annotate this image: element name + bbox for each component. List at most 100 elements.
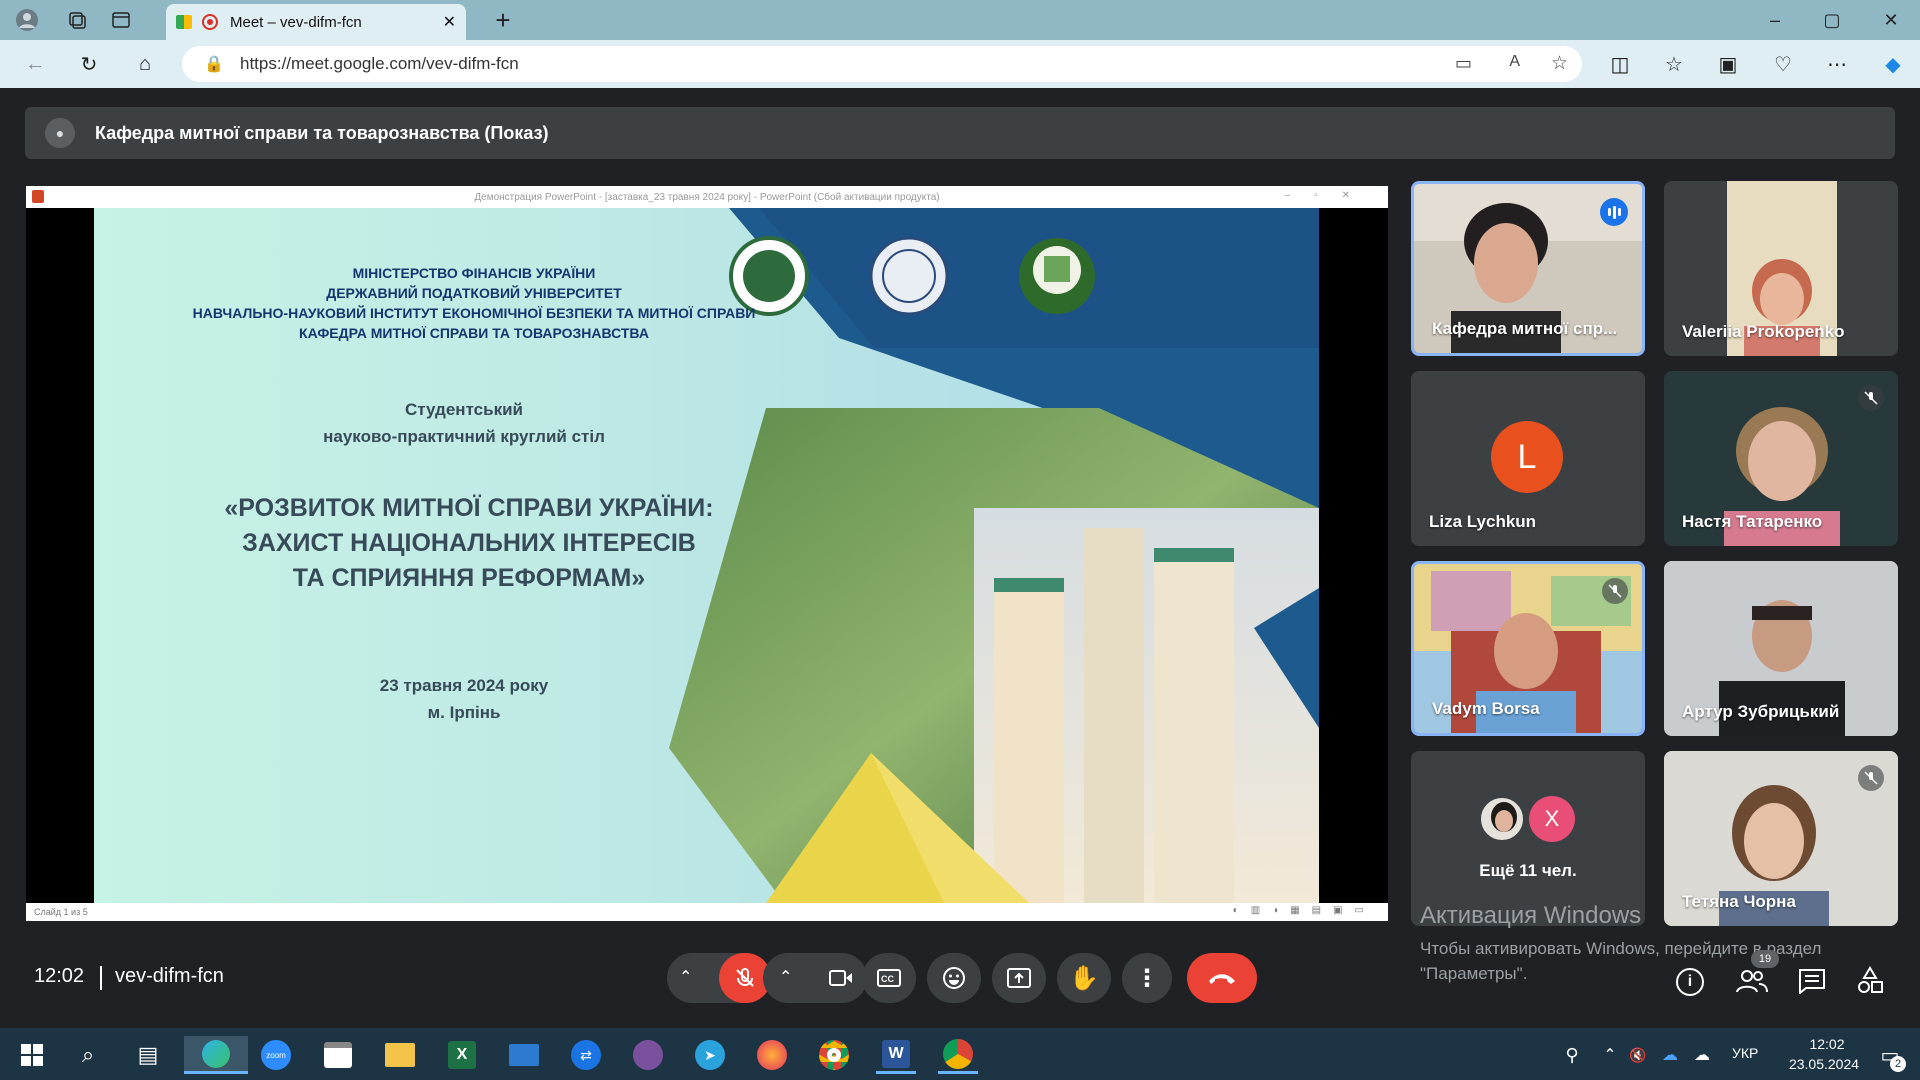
slide-header-line: ДЕРЖАВНИЙ ПОДАТКОВИЙ УНІВЕРСИТЕТ [326, 285, 622, 301]
store-taskbar-icon[interactable] [318, 1036, 358, 1074]
slide-city: м. Ірпінь [427, 703, 501, 722]
search-icon[interactable]: ⌕ [68, 1036, 108, 1074]
camera-button[interactable] [815, 953, 867, 1003]
notifications-count: 2 [1890, 1056, 1906, 1072]
split-screen-icon[interactable]: ◫ [1603, 47, 1637, 81]
collections-icon[interactable]: ▣ [1711, 47, 1745, 81]
meeting-details-icon[interactable]: i [1676, 968, 1704, 996]
raise-hand-button[interactable]: ✋ [1057, 953, 1111, 1003]
slide-event: Студентський науково-практичний круглий … [94, 396, 834, 450]
participant-tile[interactable]: Vadym Borsa [1411, 561, 1645, 736]
participant-tile[interactable]: Valeriia Prokopenko [1664, 181, 1898, 356]
favorite-star-icon[interactable]: ☆ [1551, 52, 1568, 75]
chrome-taskbar-icon[interactable] [814, 1036, 854, 1074]
powerpoint-statusbar: Слайд 1 из 5 ◐▥◑▦▤▣▭ [26, 903, 1388, 921]
read-aloud-icon[interactable]: A [1509, 53, 1520, 71]
tab-close-icon[interactable]: ✕ [443, 12, 456, 32]
end-call-icon [1209, 974, 1235, 984]
reload-icon[interactable]: ↻ [72, 47, 106, 81]
cloud-icon[interactable]: ☁ [1688, 1036, 1716, 1074]
browser-essentials-icon[interactable]: ♡ [1766, 47, 1800, 81]
meet-window: ● Кафедра митної справи та товарознавств… [4, 88, 1916, 1028]
meet-favicon-icon [176, 15, 192, 29]
back-icon[interactable]: ← [18, 47, 52, 81]
participant-name: Liza Lychkun [1429, 512, 1537, 531]
captions-button[interactable]: CC [862, 953, 916, 1003]
tab-actions-icon[interactable] [104, 3, 138, 37]
word-taskbar-icon[interactable]: W [876, 1036, 916, 1074]
task-view-icon[interactable]: ▤ [128, 1036, 168, 1074]
more-icon[interactable]: ⋯ [1820, 47, 1854, 81]
edge-taskbar-icon[interactable] [184, 1036, 248, 1074]
mic-off-icon [1858, 765, 1884, 791]
address-bar[interactable]: 🔒 https://meet.google.com/vev-difm-fcn ▭… [182, 46, 1582, 82]
participant-tile[interactable]: Тетяна Чорна [1664, 751, 1898, 926]
excel-taskbar-icon[interactable]: X [442, 1036, 482, 1074]
clock-date[interactable]: 23.05.2024 [1776, 1056, 1872, 1072]
profile-icon[interactable] [10, 3, 44, 37]
slide-header-line: НАВЧАЛЬНО-НАУКОВИЙ ІНСТИТУТ ЕКОНОМІЧНОЇ … [192, 305, 756, 321]
audio-options-chevron-icon[interactable]: ⌃ [679, 967, 692, 987]
chrome2-taskbar-icon[interactable] [938, 1036, 978, 1074]
pp-view-buttons[interactable]: ◐▥◑▦▤▣▭ [1233, 905, 1376, 916]
participant-tile[interactable]: Артур Зубрицький [1664, 561, 1898, 736]
volume-muted-icon[interactable]: 🔇 [1624, 1036, 1652, 1074]
mic-off-icon [1602, 578, 1628, 604]
mic-control-group: ⌃ [667, 953, 771, 1003]
clock-time[interactable]: 12:02 [1790, 1036, 1864, 1052]
mail-taskbar-icon[interactable] [504, 1036, 544, 1074]
favorites-icon[interactable]: ☆ [1657, 47, 1691, 81]
presenter-avatar: ● [45, 118, 75, 148]
slide-topic-line: ТА СПРИЯННЯ РЕФОРМАМ» [292, 564, 646, 592]
more-options-button[interactable]: ⋮ [1122, 953, 1172, 1003]
zoom-taskbar-icon[interactable]: zoom [256, 1036, 296, 1074]
people-tray-icon[interactable]: ⚲ [1552, 1036, 1592, 1074]
participant-name: Артур Зубрицький [1682, 702, 1840, 721]
chat-icon[interactable] [1798, 968, 1826, 999]
windows-taskbar: ⌕ ▤ zoom X ⇄ ➤ W ⚲ ⌃ 🔇 ☁ ☁ УКР 12:02 23.… [0, 1028, 1920, 1080]
copilot-icon[interactable]: ◆ [1876, 47, 1910, 81]
activities-icon[interactable] [1856, 966, 1884, 999]
language-indicator[interactable]: УКР [1732, 1045, 1758, 1061]
participant-avatar: L [1491, 421, 1563, 493]
presenter-bar: ● Кафедра митної справи та товарознавств… [25, 107, 1895, 159]
meeting-time: 12:02 [34, 965, 85, 987]
participant-tile-more[interactable]: X Ещё 11 чел. [1411, 751, 1645, 926]
start-icon[interactable] [12, 1036, 52, 1074]
people-icon[interactable] [1735, 966, 1769, 998]
presenter-label: Кафедра митної справи та товарознавства … [95, 122, 549, 143]
slide-counter: Слайд 1 из 5 [34, 907, 88, 917]
browser-tab-bar: Meet – vev-difm-fcn ✕ + – ▢ ✕ [0, 0, 1920, 40]
participant-tile[interactable]: Настя Татаренко [1664, 371, 1898, 546]
teamviewer-taskbar-icon[interactable]: ⇄ [566, 1036, 606, 1074]
tab-meet[interactable]: Meet – vev-difm-fcn ✕ [166, 4, 466, 40]
video-options-chevron-icon[interactable]: ⌃ [779, 967, 792, 987]
show-hidden-icons-icon[interactable]: ⌃ [1598, 1036, 1622, 1074]
divider [100, 966, 102, 990]
powerpoint-titlebar: Демонстрация PowerPoint - [заставка_23 т… [26, 186, 1388, 208]
powerpoint-icon [32, 190, 44, 203]
minimize-button[interactable]: – [1758, 3, 1792, 37]
present-screen-button[interactable] [992, 953, 1046, 1003]
viber-taskbar-icon[interactable] [628, 1036, 668, 1074]
firefox-taskbar-icon[interactable] [752, 1036, 792, 1074]
meeting-code: vev-difm-fcn [115, 965, 224, 987]
close-window-button[interactable]: ✕ [1874, 3, 1908, 37]
slide-header-line: КАФЕДРА МИТНОЇ СПРАВИ ТА ТОВАРОЗНАВСТВА [299, 325, 649, 341]
home-icon[interactable]: ⌂ [128, 47, 162, 81]
reactions-button[interactable] [927, 953, 981, 1003]
onedrive-icon[interactable]: ☁ [1656, 1036, 1684, 1074]
participant-tile[interactable]: L Liza Lychkun [1411, 371, 1645, 546]
camera-icon[interactable]: ▭ [1455, 53, 1472, 74]
end-call-button[interactable] [1187, 953, 1257, 1003]
mic-off-icon [736, 968, 754, 987]
mic-off-icon [1858, 385, 1884, 411]
participant-name: Настя Татаренко [1682, 512, 1823, 531]
slide-topic: «РОЗВИТОК МИТНОЇ СПРАВИ УКРАЇНИ: ЗАХИСТ … [94, 491, 844, 596]
participant-tile[interactable]: Кафедра митної спр... [1411, 181, 1645, 356]
workspaces-icon[interactable] [60, 3, 94, 37]
new-tab-button[interactable]: + [486, 3, 520, 37]
explorer-taskbar-icon[interactable] [380, 1036, 420, 1074]
telegram-taskbar-icon[interactable]: ➤ [690, 1036, 730, 1074]
maximize-button[interactable]: ▢ [1815, 3, 1849, 37]
